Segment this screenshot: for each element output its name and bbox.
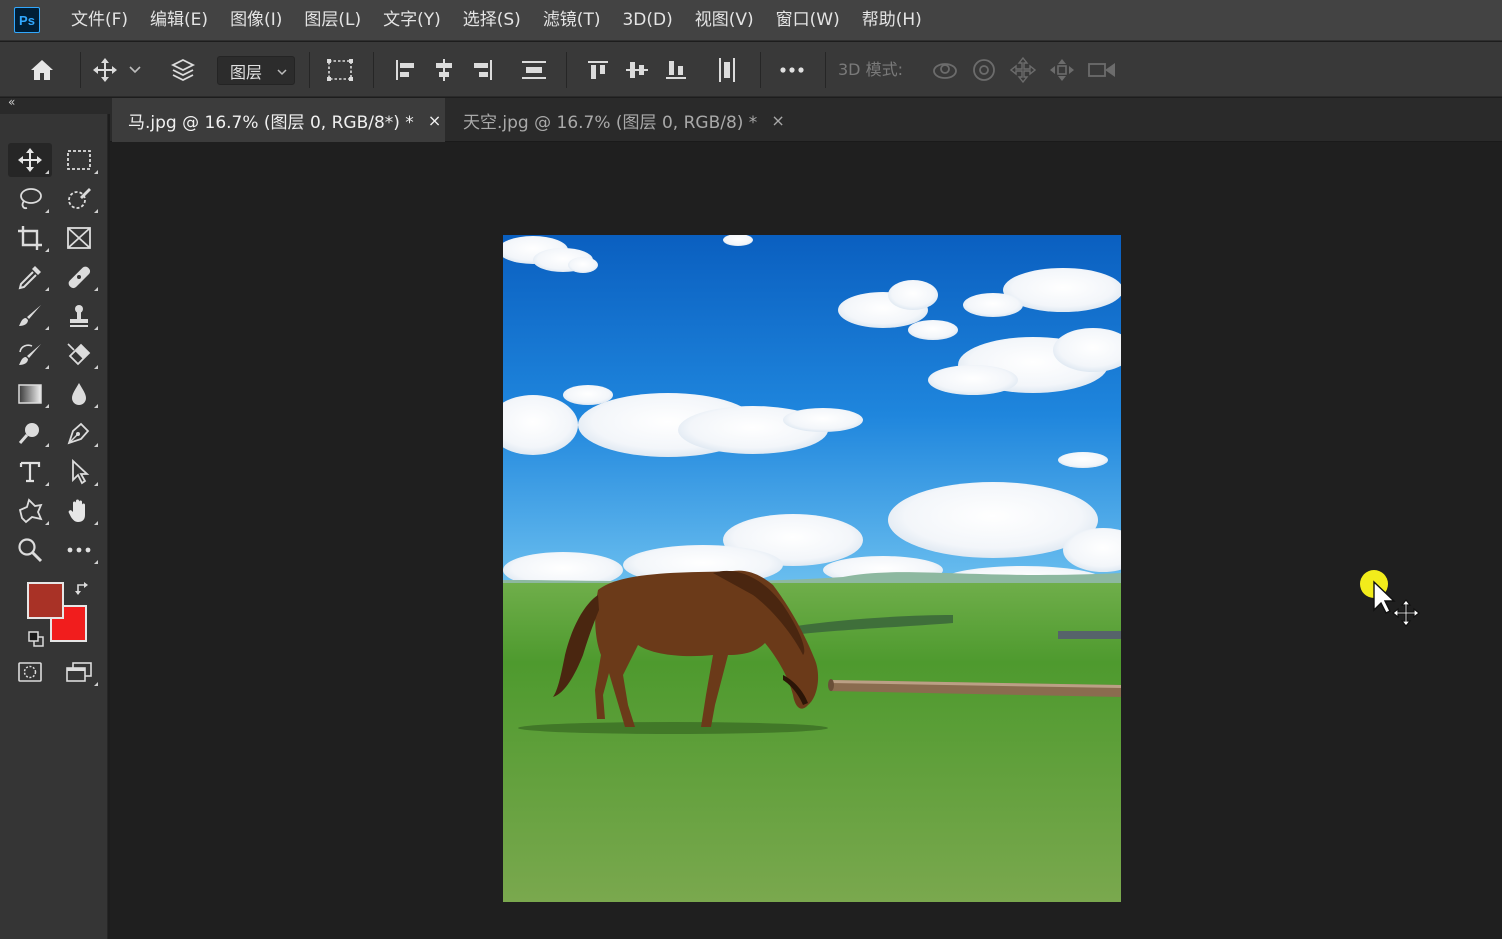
collapse-panel-icon[interactable]: « — [8, 95, 15, 109]
3d-orbit-icon[interactable] — [928, 42, 962, 97]
photoshop-logo[interactable]: Ps — [14, 7, 40, 33]
tab-title: 马.jpg @ 16.7% (图层 0, RGB/8*) * — [128, 112, 414, 133]
align-bottom-icon[interactable] — [659, 42, 693, 97]
quick-selection-icon[interactable] — [57, 182, 101, 216]
eraser-icon[interactable] — [57, 338, 101, 372]
auto-select-layers-icon[interactable] — [166, 42, 200, 97]
align-right-icon[interactable] — [466, 42, 500, 97]
eyedropper-icon[interactable] — [8, 260, 52, 294]
menu-type[interactable]: 文字(Y) — [372, 0, 452, 41]
distribute-vertical-icon[interactable] — [710, 42, 744, 97]
dodge-icon[interactable] — [8, 416, 52, 450]
quick-mask-icon[interactable] — [8, 655, 52, 689]
foreground-color-swatch[interactable] — [27, 582, 64, 619]
menu-window[interactable]: 窗口(W) — [765, 0, 851, 41]
healing-brush-icon[interactable] — [57, 260, 101, 294]
clone-stamp-icon[interactable] — [57, 299, 101, 333]
chevron-down-icon — [276, 64, 288, 83]
default-colors-icon[interactable] — [27, 630, 45, 648]
move-tool-preset-icon[interactable] — [88, 42, 122, 97]
toolbar-header: « — [0, 95, 110, 114]
custom-shape-icon[interactable] — [8, 494, 52, 528]
canvas-workspace[interactable] — [110, 142, 1502, 939]
screen-mode-icon[interactable] — [57, 655, 101, 689]
3d-slide-icon[interactable] — [1045, 42, 1079, 97]
menu-file[interactable]: 文件(F) — [60, 0, 139, 41]
gradient-icon[interactable] — [8, 377, 52, 411]
blur-drop-icon[interactable] — [57, 377, 101, 411]
chevron-down-icon[interactable] — [126, 42, 144, 97]
menu-3d[interactable]: 3D(D) — [611, 0, 683, 41]
more-options-icon[interactable] — [774, 42, 810, 97]
options-bar: 图层 3D 模式: — [0, 42, 1502, 97]
home-icon[interactable] — [22, 42, 62, 97]
path-selection-icon[interactable] — [57, 455, 101, 489]
frame-tool-icon[interactable] — [57, 221, 101, 255]
rectangular-marquee-icon[interactable] — [57, 143, 101, 177]
history-brush-icon[interactable] — [8, 338, 52, 372]
menu-edit[interactable]: 编辑(E) — [139, 0, 219, 41]
3d-drag-icon[interactable] — [1006, 42, 1040, 97]
tools-panel — [0, 114, 108, 939]
align-top-icon[interactable] — [581, 42, 615, 97]
pen-icon[interactable] — [57, 416, 101, 450]
close-icon[interactable]: × — [771, 111, 784, 130]
document-canvas[interactable] — [503, 235, 1121, 902]
transform-controls-icon[interactable] — [322, 42, 358, 97]
distribute-icon[interactable] — [515, 42, 553, 97]
menu-view[interactable]: 视图(V) — [684, 0, 765, 41]
horse-photo — [503, 235, 1121, 902]
crop-icon[interactable] — [8, 221, 52, 255]
menu-image[interactable]: 图像(I) — [219, 0, 293, 41]
zoom-icon[interactable] — [8, 533, 52, 567]
edit-toolbar-icon[interactable] — [57, 533, 101, 567]
tab-title: 天空.jpg @ 16.7% (图层 0, RGB/8) * — [463, 112, 758, 133]
tab-horse-jpg[interactable]: 马.jpg @ 16.7% (图层 0, RGB/8*) * × — [112, 98, 445, 142]
type-tool-icon[interactable] — [8, 455, 52, 489]
align-vertical-center-icon[interactable] — [620, 42, 654, 97]
menu-filter[interactable]: 滤镜(T) — [532, 0, 612, 41]
document-tabs: 马.jpg @ 16.7% (图层 0, RGB/8*) * × 天空.jpg … — [110, 98, 1502, 142]
align-left-icon[interactable] — [388, 42, 422, 97]
auto-select-target-dropdown[interactable]: 图层 — [217, 56, 295, 85]
hand-icon[interactable] — [57, 494, 101, 528]
menu-bar: Ps 文件(F) 编辑(E) 图像(I) 图层(L) 文字(Y) 选择(S) 滤… — [0, 0, 1502, 41]
auto-select-target-value: 图层 — [230, 62, 263, 82]
menu-help[interactable]: 帮助(H) — [851, 0, 933, 41]
menu-select[interactable]: 选择(S) — [452, 0, 532, 41]
3d-camera-icon[interactable] — [1084, 42, 1120, 97]
lasso-icon[interactable] — [8, 182, 52, 216]
brush-icon[interactable] — [8, 299, 52, 333]
align-horizontal-center-icon[interactable] — [427, 42, 461, 97]
3d-mode-label: 3D 模式: — [838, 60, 903, 79]
3d-roll-icon[interactable] — [967, 42, 1001, 97]
mouse-cursor-with-move-icon — [1358, 570, 1424, 632]
menu-layer[interactable]: 图层(L) — [293, 0, 372, 41]
swap-colors-icon[interactable] — [74, 580, 92, 598]
close-icon[interactable]: × — [428, 111, 441, 130]
move-tool-icon[interactable] — [8, 143, 52, 177]
tab-sky-jpg[interactable]: 天空.jpg @ 16.7% (图层 0, RGB/8) * × — [447, 98, 792, 142]
